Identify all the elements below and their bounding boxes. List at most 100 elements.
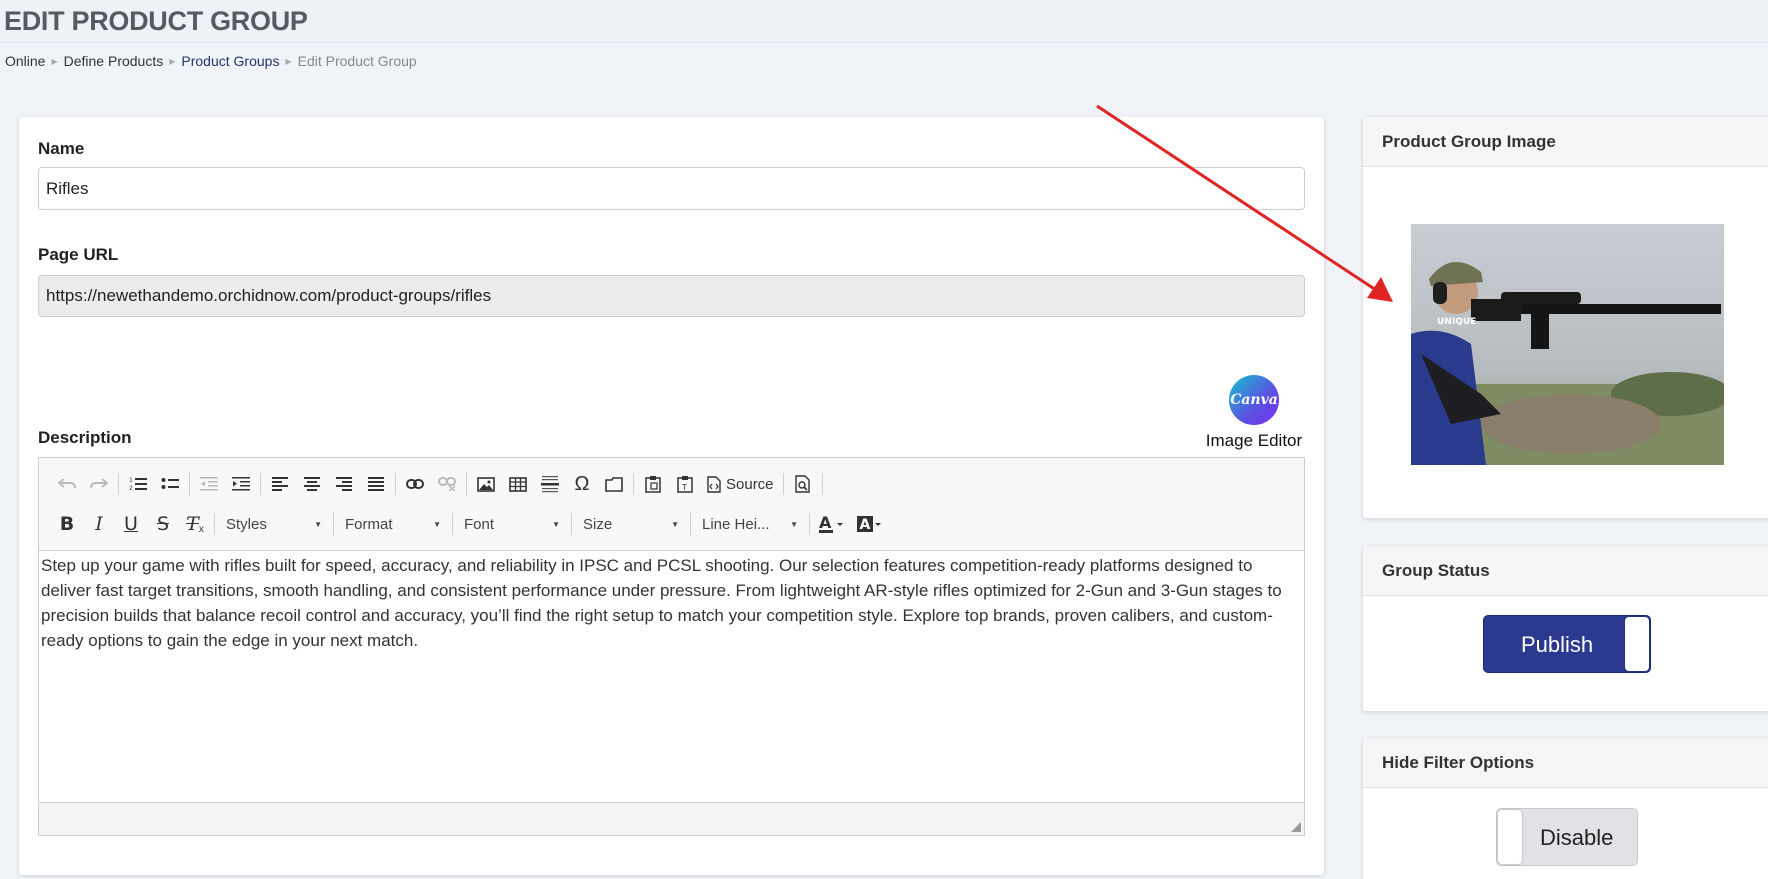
breadcrumb-define-products[interactable]: Define Products	[64, 53, 164, 69]
strikethrough-button[interactable]: S	[147, 510, 179, 538]
text-color-button[interactable]: A	[813, 510, 851, 538]
name-input[interactable]: Rifles	[38, 167, 1305, 210]
align-left-icon[interactable]	[264, 470, 296, 498]
toggle-knob	[1625, 617, 1649, 671]
product-group-image-title: Product Group Image	[1363, 117, 1768, 167]
line-height-label: Line Hei...	[702, 515, 770, 533]
chevron-down-icon: ▼	[790, 519, 798, 529]
source-label: Source	[726, 475, 774, 493]
group-status-title: Group Status	[1363, 546, 1768, 596]
breadcrumb-online[interactable]: Online	[5, 53, 45, 69]
editor-toolbar: 12 Ω T Source B I U S T x Styles ▼ Forma…	[39, 458, 1304, 551]
paste-icon[interactable]	[637, 470, 669, 498]
hide-filter-options-card: Hide Filter Options Disable	[1363, 738, 1768, 879]
toolbar-divider	[782, 473, 784, 495]
paste-text-icon[interactable]: T	[669, 470, 701, 498]
canva-image-editor[interactable]: Canva Image Editor	[1179, 375, 1329, 451]
bold-button[interactable]: B	[51, 510, 83, 538]
description-content[interactable]: Step up your game with rifles built for …	[39, 551, 1304, 804]
page-url-input[interactable]: https://newethandemo.orchidnow.com/produ…	[38, 275, 1305, 317]
name-label: Name	[38, 139, 85, 158]
hide-filter-options-title: Hide Filter Options	[1363, 738, 1768, 788]
svg-text:T: T	[681, 483, 687, 492]
clear-formatting-icon: T	[186, 513, 199, 535]
underline-button[interactable]: U	[115, 510, 147, 538]
numbered-list-icon[interactable]: 12	[122, 470, 154, 498]
toolbar-divider	[466, 473, 467, 495]
indent-icon[interactable]	[225, 470, 257, 498]
toolbar-divider	[452, 513, 453, 535]
link-icon[interactable]	[399, 470, 431, 498]
toolbar-divider	[395, 473, 396, 495]
insert-image-icon[interactable]	[470, 470, 502, 498]
breadcrumb-product-groups[interactable]: Product Groups	[181, 53, 279, 69]
description-label: Description	[38, 428, 132, 447]
toolbar-divider	[118, 473, 119, 495]
format-dropdown[interactable]: Format ▼	[337, 510, 449, 538]
special-character-icon[interactable]: Ω	[566, 470, 598, 498]
product-group-photo[interactable]: UNIQUE	[1411, 224, 1724, 465]
chevron-down-icon: ▼	[671, 519, 679, 529]
chevron-down-icon: ▼	[314, 519, 322, 529]
chevron-down-icon: ▼	[552, 519, 560, 529]
styles-dropdown[interactable]: Styles ▼	[218, 510, 330, 538]
insert-table-icon[interactable]	[502, 470, 534, 498]
italic-button[interactable]: I	[83, 510, 115, 538]
svg-text:2: 2	[129, 485, 133, 492]
toolbar-divider	[333, 513, 334, 535]
font-label: Font	[464, 515, 495, 533]
source-icon	[707, 475, 721, 493]
preview-icon[interactable]	[787, 470, 819, 498]
group-status-card: Group Status Publish	[1363, 546, 1768, 711]
toolbar-divider	[260, 473, 261, 495]
svg-text:1: 1	[129, 477, 133, 484]
font-dropdown[interactable]: Font ▼	[456, 510, 568, 538]
svg-text:A: A	[860, 517, 871, 533]
toolbar-divider	[214, 513, 215, 535]
size-dropdown[interactable]: Size ▼	[575, 510, 687, 538]
line-height-dropdown[interactable]: Line Hei... ▼	[694, 510, 806, 538]
breadcrumb-separator-icon: ▶	[51, 56, 58, 66]
iframe-icon[interactable]	[598, 470, 630, 498]
background-color-button[interactable]: A	[851, 510, 889, 538]
toolbar-divider	[821, 473, 823, 495]
unlink-icon[interactable]	[431, 470, 463, 498]
product-group-image-card: Product Group Image UNIQUE	[1363, 117, 1768, 518]
redo-icon[interactable]	[83, 470, 115, 498]
align-justify-icon[interactable]	[360, 470, 392, 498]
align-center-icon[interactable]	[296, 470, 328, 498]
bullet-list-icon[interactable]	[154, 470, 186, 498]
publish-toggle-label: Publish	[1521, 632, 1594, 657]
svg-text:A: A	[819, 514, 832, 532]
toolbar-divider	[809, 513, 810, 535]
canva-logo-icon[interactable]: Canva	[1229, 375, 1279, 425]
image-editor-label[interactable]: Image Editor	[1179, 431, 1329, 451]
page-header: EDIT PRODUCT GROUP	[0, 0, 1768, 43]
outdent-icon[interactable]	[193, 470, 225, 498]
breadcrumb-current: Edit Product Group	[297, 53, 417, 69]
clear-formatting-button[interactable]: Tx	[179, 510, 211, 538]
publish-toggle[interactable]: Publish	[1483, 615, 1651, 673]
horizontal-line-icon[interactable]	[534, 470, 566, 498]
page-url-label: Page URL	[38, 245, 119, 264]
resize-handle-icon[interactable]	[1291, 822, 1301, 832]
clear-x-icon: x	[198, 523, 204, 535]
align-right-icon[interactable]	[328, 470, 360, 498]
page-title: EDIT PRODUCT GROUP	[4, 6, 308, 36]
photo-shirt-text: UNIQUE	[1437, 317, 1476, 327]
toolbar-divider	[633, 473, 634, 495]
background-color-icon: A	[857, 516, 881, 533]
toggle-knob	[1498, 810, 1522, 864]
toolbar-divider	[690, 513, 691, 535]
text-color-icon: A	[819, 514, 843, 533]
product-group-form-card: Name Rifles Page URL https://newethandem…	[19, 117, 1324, 875]
breadcrumb: Online ▶ Define Products ▶ Product Group…	[5, 53, 417, 69]
toolbar-divider	[571, 513, 572, 535]
disable-toggle-label: Disable	[1540, 825, 1614, 850]
editor-statusbar	[39, 802, 1304, 835]
source-button[interactable]: Source	[701, 470, 780, 498]
styles-label: Styles	[226, 515, 267, 533]
undo-icon[interactable]	[51, 470, 83, 498]
disable-toggle[interactable]: Disable	[1496, 808, 1638, 866]
size-label: Size	[583, 515, 613, 533]
